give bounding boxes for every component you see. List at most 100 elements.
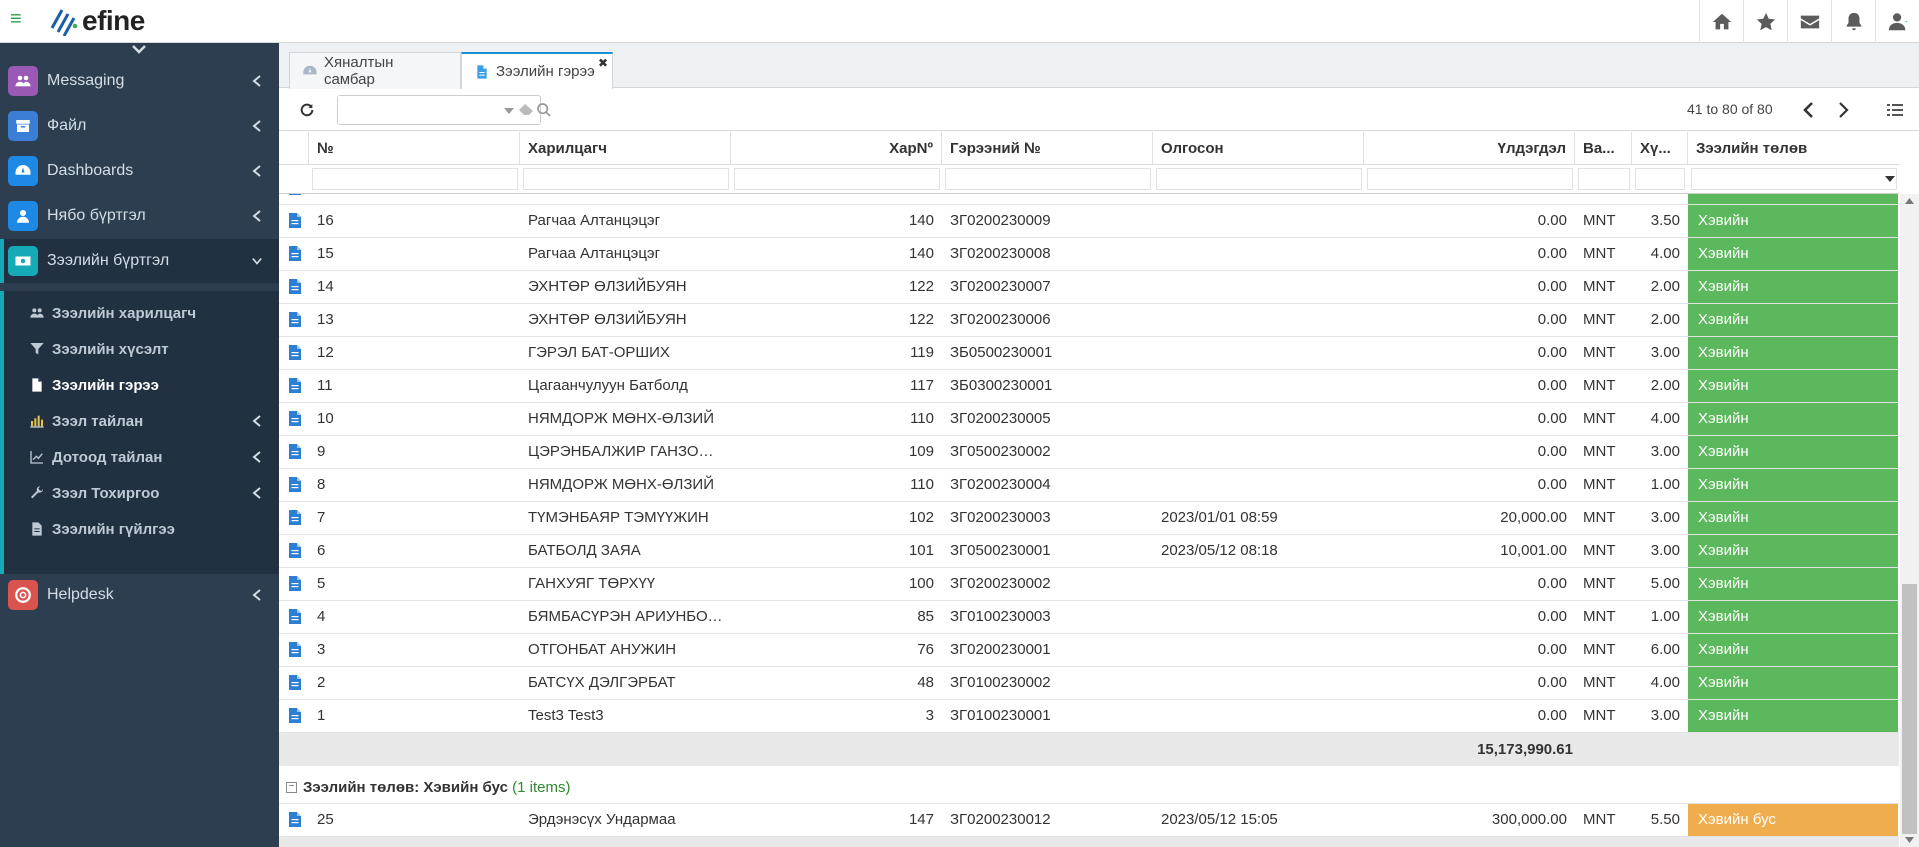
- sidebar-item-loan-registration[interactable]: Зээлийн бүртгэл: [0, 239, 279, 283]
- row-contract-no: ЗГ0500230001: [950, 542, 1051, 559]
- table-row[interactable]: 5 ГАНХУЯГ ТӨРХҮҮ 100 ЗГ0200230002 0.00 MNT 5.0…: [279, 568, 1899, 601]
- document-icon[interactable]: [289, 543, 301, 558]
- sidebar-subitem-loan-transactions[interactable]: Зээлийн гүйлгээ: [4, 511, 279, 547]
- users-icon: [28, 305, 46, 321]
- document-icon[interactable]: [289, 378, 301, 393]
- filter-contract-input[interactable]: [945, 168, 1151, 190]
- document-icon[interactable]: [289, 312, 301, 327]
- caret-down-icon[interactable]: [504, 108, 514, 114]
- document-icon[interactable]: [289, 708, 301, 723]
- sidebar-item-dashboards[interactable]: Dashboards: [0, 149, 279, 193]
- filter-status-select[interactable]: [1691, 168, 1897, 190]
- scroll-up-icon[interactable]: [1905, 198, 1914, 204]
- document-icon[interactable]: [289, 609, 301, 624]
- sidebar-subitem-loan-requests[interactable]: Зээлийн хүсэлт: [4, 331, 279, 367]
- table-row[interactable]: 2 БАТСҮХ ДЭЛГЭРБАТ 48 ЗГ0100230002 0.00 MNT 4.…: [279, 667, 1899, 700]
- filter-client-no-input[interactable]: [734, 168, 940, 190]
- table-row[interactable]: 8 НЯМДОРЖ МӨНХ-ӨЛЗИЙ 110 ЗГ0200230004 0.00 MN…: [279, 469, 1899, 502]
- table-row[interactable]: 1 Test3 Test3 3 ЗГ0100230001 0.00 MNT 3.00 Хэви…: [279, 700, 1899, 733]
- refresh-icon[interactable]: [299, 102, 315, 118]
- document-icon[interactable]: [289, 576, 301, 591]
- table-row[interactable]: 16 Рагчаа Алтанцэцэг 140 ЗГ0200230009 0.00 MN…: [279, 205, 1899, 238]
- sidebar-item-file[interactable]: Файл: [0, 104, 279, 148]
- search-input[interactable]: [338, 96, 478, 124]
- document-icon[interactable]: [289, 510, 301, 525]
- collapse-toggle-icon[interactable]: −: [286, 782, 297, 793]
- document-icon[interactable]: [289, 444, 301, 459]
- chevron-left-icon[interactable]: [1801, 101, 1815, 119]
- tab-loan-contracts[interactable]: Зээлийн гэрээ ✖: [461, 52, 613, 89]
- messages-button[interactable]: [1787, 0, 1831, 43]
- eraser-icon[interactable]: [518, 104, 534, 116]
- document-icon[interactable]: [289, 194, 301, 195]
- sidebar-item-messaging[interactable]: Messaging: [0, 59, 279, 103]
- col-header-balance[interactable]: Үлдэгдэл: [1364, 132, 1575, 165]
- table-row[interactable]: 17test08 test08118ЗГ0100230004 0.00MNT4.0…: [279, 194, 1899, 205]
- search-icon[interactable]: [536, 102, 552, 118]
- col-header-contract-no[interactable]: Гэрээний №: [942, 132, 1153, 165]
- sidebar-subitem-internal-reports[interactable]: Дотоод тайлан: [4, 439, 279, 475]
- chevron-down-icon[interactable]: [131, 43, 147, 55]
- hamburger-menu-icon[interactable]: ≡: [10, 9, 26, 29]
- sidebar-subitem-loan-settings[interactable]: Зээл Тохиргоо: [4, 475, 279, 511]
- table-row[interactable]: 15 Рагчаа Алтанцэцэг 140 ЗГ0200230008 0.00 MN…: [279, 238, 1899, 271]
- table-row[interactable]: 3 ОТГОНБАТ АНУЖИН 76 ЗГ0200230001 0.00 MNT 6.0…: [279, 634, 1899, 667]
- col-header-disbursed[interactable]: Олгосон: [1153, 132, 1364, 165]
- col-header-client[interactable]: Харилцагч: [520, 132, 731, 165]
- scroll-thumb[interactable]: [1902, 584, 1917, 834]
- document-icon[interactable]: [289, 411, 301, 426]
- tab-dashboard[interactable]: Хяналтын самбар: [289, 52, 461, 89]
- col-header-client-no[interactable]: ХарNº: [731, 132, 942, 165]
- document-icon[interactable]: [289, 246, 301, 261]
- list-view-icon[interactable]: [1887, 102, 1903, 118]
- chevron-right-icon[interactable]: [1837, 101, 1851, 119]
- scroll-down-icon[interactable]: [1905, 837, 1914, 843]
- filter-balance-input[interactable]: [1367, 168, 1573, 190]
- caret-down-icon[interactable]: [1885, 176, 1895, 182]
- table-row[interactable]: 13 ЭХНТӨР ӨЛЗИЙБУЯН 122 ЗГ0200230006 0.00 MNT…: [279, 304, 1899, 337]
- table-row[interactable]: 14 ЭХНТӨР ӨЛЗИЙБУЯН 122 ЗГ0200230007 0.00 MNT…: [279, 271, 1899, 304]
- table-row[interactable]: 12 ГЭРЭЛ БАТ-ОРШИХ 119 ЗБ0500230001 0.00 MNT 3…: [279, 337, 1899, 370]
- row-number: 1: [317, 707, 326, 724]
- top-icons: [1699, 0, 1919, 43]
- document-icon[interactable]: [289, 642, 301, 657]
- table-row[interactable]: 9 ЦЭРЭНБАЛЖИР ГАНЗОРИГ 109 ЗГ0500230002 0.00…: [279, 436, 1899, 469]
- logo[interactable]: efine: [48, 5, 145, 37]
- row-number: 14: [317, 278, 334, 295]
- filter-rate-input[interactable]: [1635, 168, 1685, 190]
- table-row[interactable]: 11 Цагаанчулуун Батболд 117 ЗБ0300230001 0.0…: [279, 370, 1899, 403]
- favorites-button[interactable]: [1743, 0, 1787, 43]
- col-header-number[interactable]: №: [309, 132, 520, 165]
- document-icon[interactable]: [289, 345, 301, 360]
- filter-client-input[interactable]: [523, 168, 729, 190]
- filter-currency-input[interactable]: [1578, 168, 1630, 190]
- table-row[interactable]: 25 Эрдэнэсүх Ундармаа 147 ЗГ0200230012 2023/…: [279, 804, 1899, 837]
- close-icon[interactable]: ✖: [598, 56, 608, 70]
- sidebar-item-partner-registration[interactable]: Нябо бүртгэл: [0, 194, 279, 238]
- table-row[interactable]: 7 ТҮМЭНБАЯР ТЭМҮҮЖИН 102 ЗГ0200230003 2023/0…: [279, 502, 1899, 535]
- vertical-scrollbar[interactable]: [1900, 194, 1919, 847]
- sidebar-subitem-loan-contracts[interactable]: Зээлийн гэрээ: [4, 367, 279, 403]
- document-icon[interactable]: [289, 477, 301, 492]
- document-icon[interactable]: [289, 213, 301, 228]
- row-number: 12: [317, 344, 334, 361]
- filter-number-input[interactable]: [312, 168, 518, 190]
- sidebar-item-label: Messaging: [47, 72, 125, 89]
- group-header[interactable]: − Зээлийн төлөв: Хэвийн бус (1 items): [279, 771, 1899, 804]
- table-row[interactable]: 10 НЯМДОРЖ МӨНХ-ӨЛЗИЙ 110 ЗГ0200230005 0.00 M…: [279, 403, 1899, 436]
- filter-disbursed-input[interactable]: [1156, 168, 1362, 190]
- sidebar-subitem-loan-clients[interactable]: Зээлийн харилцагч: [4, 295, 279, 331]
- col-header-status[interactable]: Зээлийн төлөв: [1688, 132, 1899, 165]
- notifications-button[interactable]: [1831, 0, 1875, 43]
- document-icon[interactable]: [289, 675, 301, 690]
- document-icon[interactable]: [289, 279, 301, 294]
- table-row[interactable]: 4 БЯМБАСҮРЭН АРИУНБОЛД 85 ЗГ0100230003 0.00 M…: [279, 601, 1899, 634]
- col-header-rate[interactable]: Хү...: [1632, 132, 1688, 165]
- sidebar-subitem-loan-reports[interactable]: Зээл тайлан: [4, 403, 279, 439]
- table-row[interactable]: 6 БАТБОЛД ЗАЯА 101 ЗГ0500230001 2023/05/12 0…: [279, 535, 1899, 568]
- document-icon[interactable]: [289, 812, 301, 827]
- col-header-currency[interactable]: Ва...: [1575, 132, 1632, 165]
- home-button[interactable]: [1699, 0, 1743, 43]
- sidebar-item-helpdesk[interactable]: Helpdesk: [0, 573, 279, 617]
- user-menu-button[interactable]: [1875, 0, 1919, 43]
